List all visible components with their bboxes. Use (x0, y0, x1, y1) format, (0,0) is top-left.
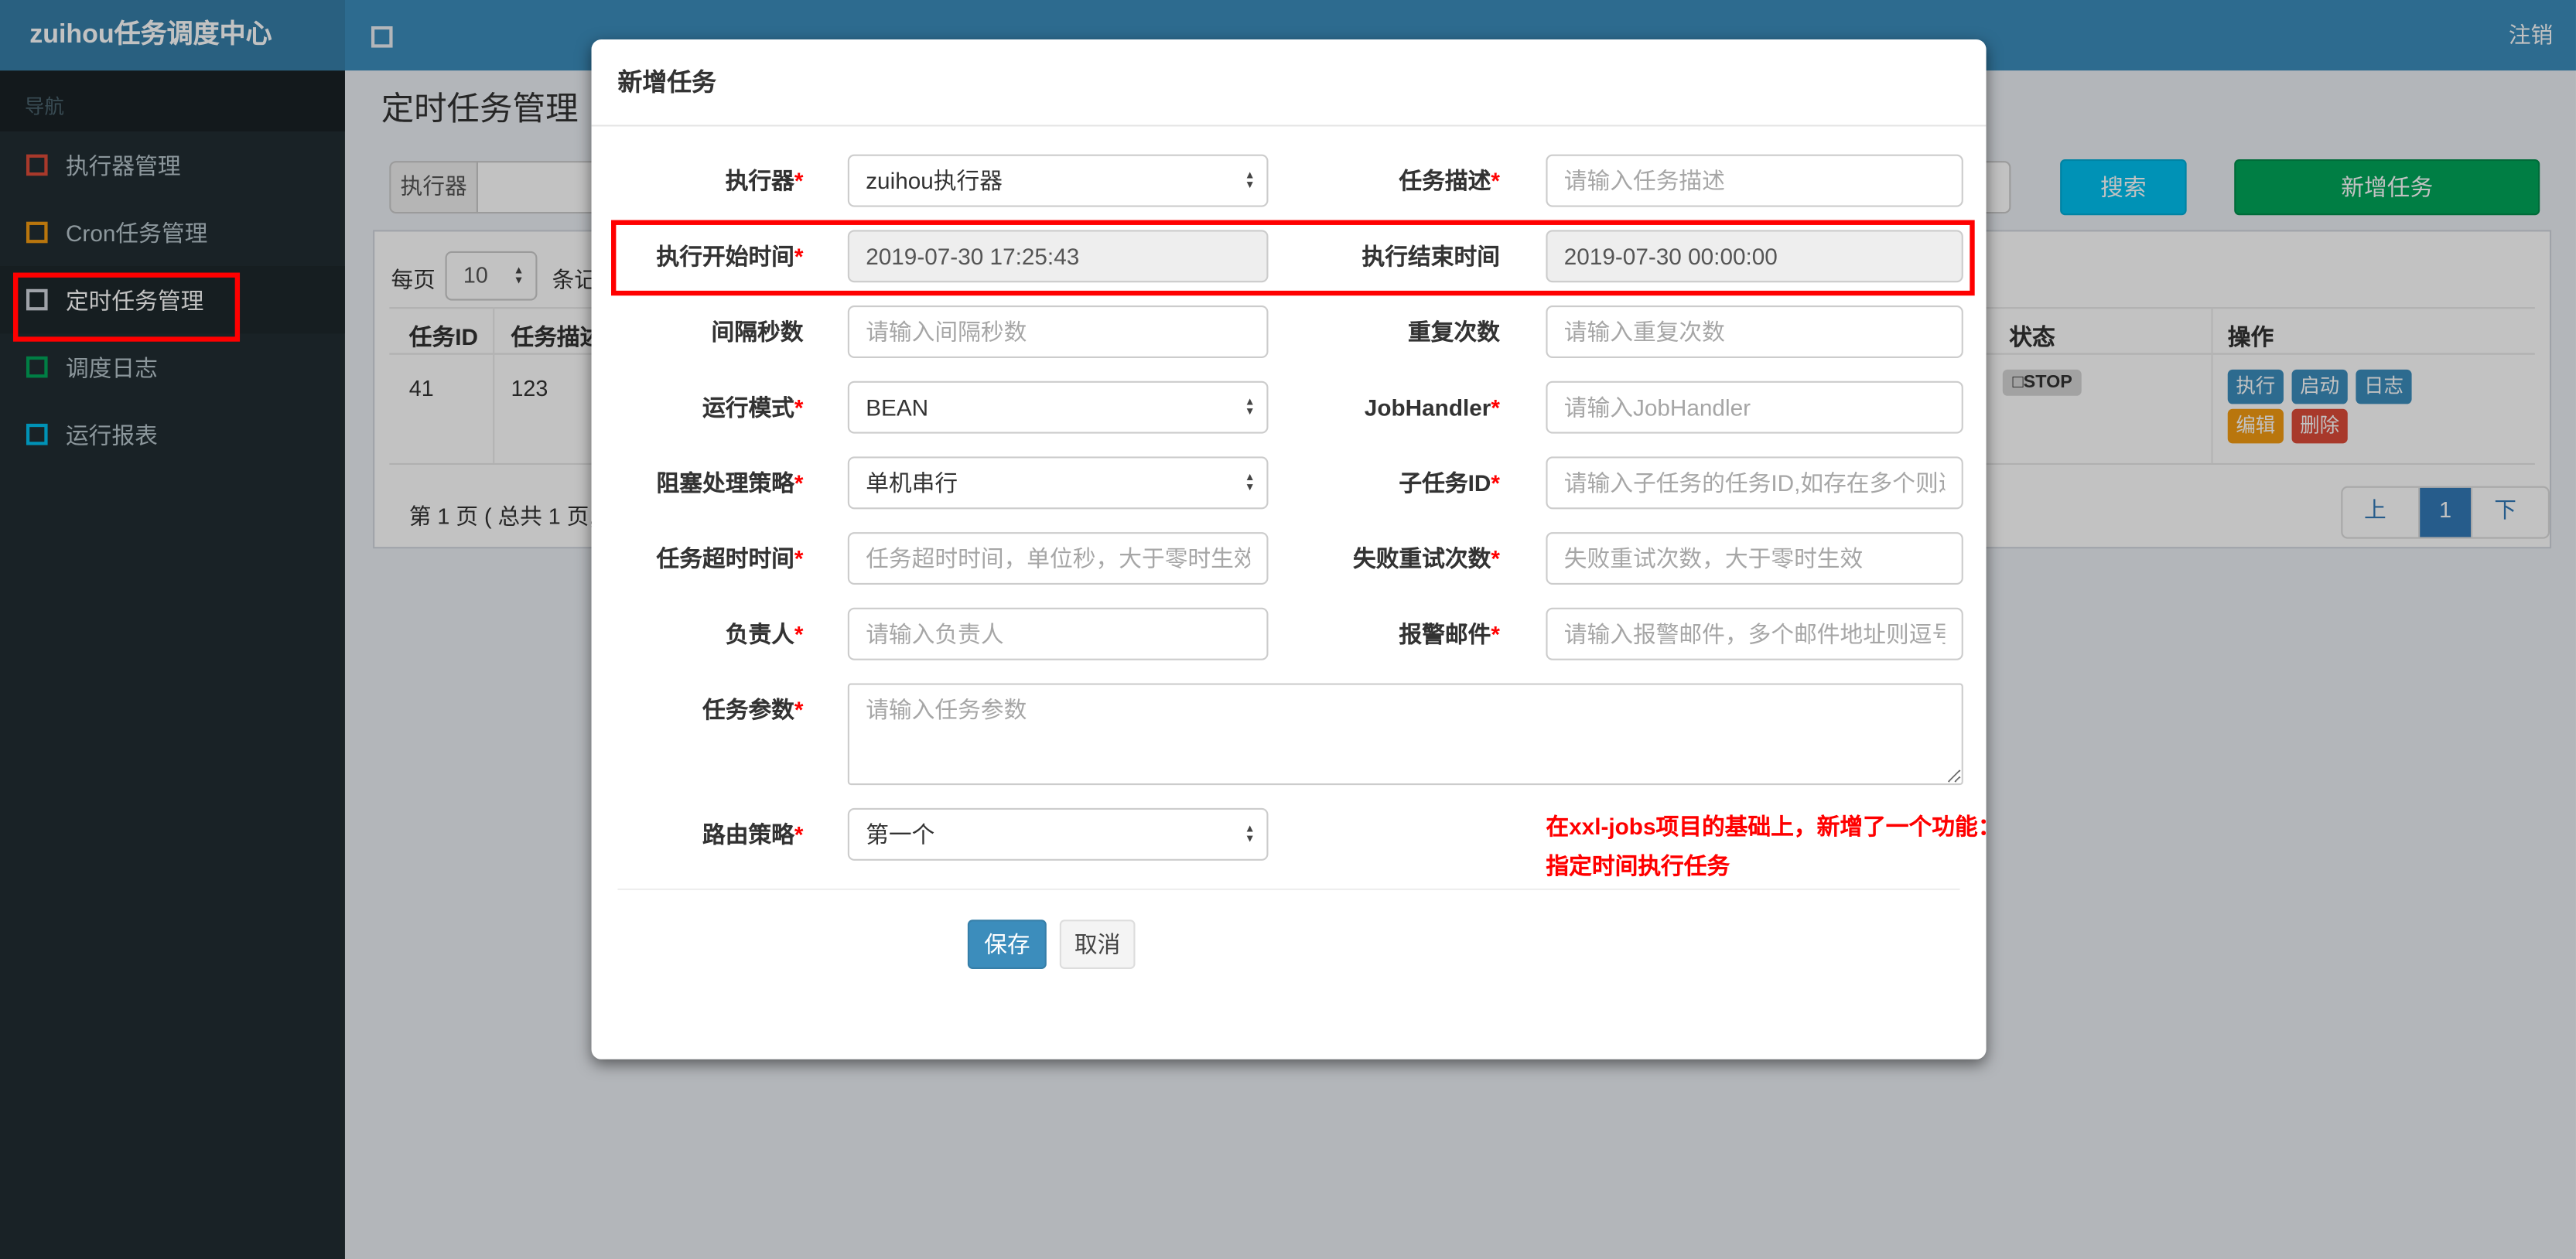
interval-label: 间隔秒数 (711, 318, 804, 345)
end-time-label: 执行结束时间 (1361, 243, 1500, 270)
child-job-input[interactable] (1546, 456, 1963, 510)
block-strategy-label: 阻塞处理策略* (656, 469, 804, 496)
cancel-button[interactable]: 取消 (1059, 920, 1136, 969)
divider (591, 125, 1987, 127)
modal-title: 新增任务 (617, 69, 716, 97)
divider (617, 888, 1960, 891)
add-task-modal: 新增任务 执行器* zuihou执行器 ▲▼ 任务描述* 执行开始时间* 执行结… (591, 39, 2000, 1059)
fail-retry-input[interactable] (1546, 532, 1963, 585)
end-time-input[interactable] (1546, 230, 1963, 283)
save-button[interactable]: 保存 (967, 920, 1047, 969)
executor-label: 执行器* (725, 167, 804, 194)
child-job-label: 子任务ID* (1399, 469, 1500, 496)
select-arrows-icon: ▲ ▼ (1244, 824, 1256, 844)
alarm-email-label: 报警邮件* (1399, 620, 1500, 647)
repeat-label: 重复次数 (1408, 318, 1500, 345)
app-viewport: zuihou任务调度中心 注销 导航 执行器管理 Cron任务管理 定时任务管理… (0, 0, 2576, 1259)
job-handler-label: JobHandler* (1364, 394, 1500, 421)
job-param-label: 任务参数* (702, 696, 804, 723)
repeat-input[interactable] (1546, 305, 1963, 358)
timeout-label: 任务超时时间* (656, 545, 804, 572)
job-handler-input[interactable] (1546, 380, 1963, 434)
feature-note: 在xxl-jobs项目的基础上，新增了一个功能： 指定时间执行任务 (1546, 813, 2001, 879)
job-desc-input[interactable] (1546, 154, 1963, 207)
alarm-email-input[interactable] (1546, 607, 1963, 660)
owner-label: 负责人* (725, 620, 804, 647)
job-param-textarea[interactable] (847, 683, 1963, 786)
route-strategy-label: 路由策略* (702, 821, 804, 848)
start-time-label: 执行开始时间* (656, 243, 804, 270)
run-mode-label: 运行模式* (702, 394, 804, 421)
fail-retry-label: 失败重试次数* (1352, 545, 1500, 572)
route-strategy-select[interactable]: 第一个 ▲ ▼ (847, 807, 1269, 861)
job-desc-label: 任务描述* (1399, 167, 1500, 194)
